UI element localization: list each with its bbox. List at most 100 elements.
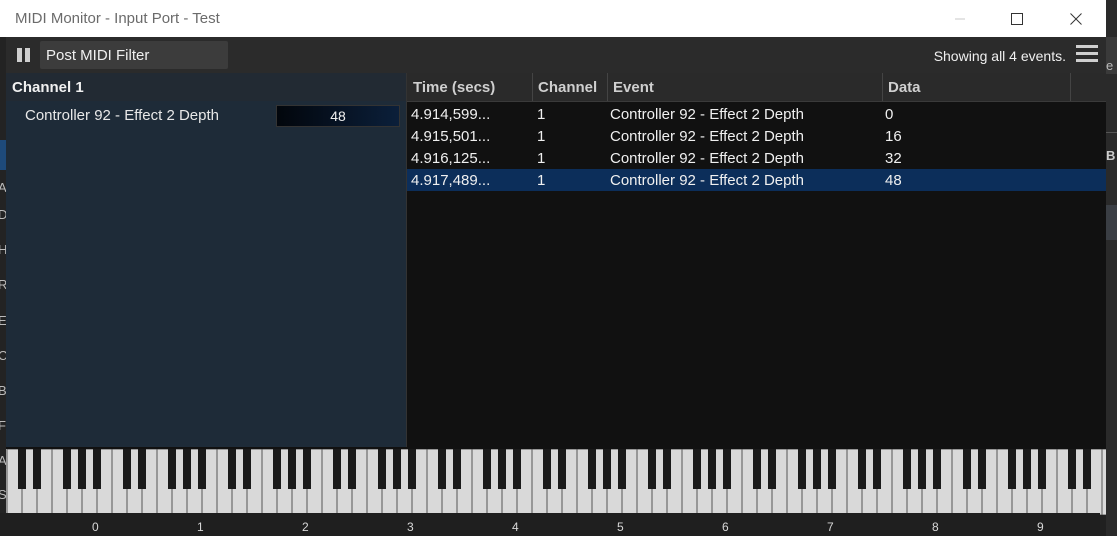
- maximize-button[interactable]: [994, 0, 1040, 37]
- cell-channel: 1: [537, 106, 546, 123]
- minimize-button[interactable]: [937, 0, 983, 37]
- close-button[interactable]: [1053, 0, 1099, 37]
- background-text-fragment: B: [1106, 148, 1116, 163]
- black-key[interactable]: [78, 449, 86, 489]
- octave-ruler: 0 1 2 3 4 5 6 7 8 9: [0, 513, 1100, 536]
- column-header-label: Time (secs): [413, 79, 496, 96]
- black-key[interactable]: [408, 449, 416, 489]
- black-key[interactable]: [1023, 449, 1031, 489]
- column-header-channel[interactable]: Channel: [532, 73, 608, 101]
- toolbar: Post MIDI Filter Showing all 4 events.: [6, 37, 1106, 73]
- black-key[interactable]: [603, 449, 611, 489]
- black-key[interactable]: [168, 449, 176, 489]
- black-key[interactable]: [63, 449, 71, 489]
- title-bar[interactable]: MIDI Monitor - Input Port - Test: [0, 0, 1106, 37]
- black-key[interactable]: [1038, 449, 1046, 489]
- black-key[interactable]: [813, 449, 821, 489]
- background-divider: [1106, 132, 1117, 133]
- octave-label: 5: [617, 520, 624, 534]
- piano-keyboard[interactable]: [6, 447, 1106, 515]
- column-header-data[interactable]: Data: [882, 73, 1071, 101]
- black-key[interactable]: [963, 449, 971, 489]
- black-key[interactable]: [18, 449, 26, 489]
- black-key[interactable]: [588, 449, 596, 489]
- black-key[interactable]: [1083, 449, 1091, 489]
- hamburger-menu-icon[interactable]: [1076, 45, 1098, 63]
- black-key[interactable]: [693, 449, 701, 489]
- table-row[interactable]: 4.915,501... 1 Controller 92 - Effect 2 …: [407, 125, 1106, 147]
- event-table: Time (secs) Channel Event Data 4.914,599…: [407, 73, 1106, 447]
- black-key[interactable]: [933, 449, 941, 489]
- black-key[interactable]: [858, 449, 866, 489]
- cell-time: 4.917,489...: [411, 172, 491, 189]
- octave-label: 9: [1037, 520, 1044, 534]
- column-header-time[interactable]: Time (secs): [407, 73, 533, 101]
- controller-value: 48: [330, 108, 346, 124]
- black-key[interactable]: [663, 449, 671, 489]
- column-header-event[interactable]: Event: [607, 73, 883, 101]
- background-window-right: e B: [1106, 0, 1117, 536]
- octave-label: 3: [407, 520, 414, 534]
- black-key[interactable]: [438, 449, 446, 489]
- black-key[interactable]: [33, 449, 41, 489]
- cell-data: 32: [885, 150, 902, 167]
- black-key[interactable]: [483, 449, 491, 489]
- black-key[interactable]: [543, 449, 551, 489]
- black-key[interactable]: [873, 449, 881, 489]
- channel-label: Channel 1: [12, 79, 84, 96]
- black-key[interactable]: [393, 449, 401, 489]
- table-header: Time (secs) Channel Event Data: [407, 73, 1106, 102]
- black-key[interactable]: [243, 449, 251, 489]
- black-key[interactable]: [348, 449, 356, 489]
- table-row[interactable]: 4.916,125... 1 Controller 92 - Effect 2 …: [407, 147, 1106, 169]
- black-key[interactable]: [1068, 449, 1076, 489]
- black-key[interactable]: [618, 449, 626, 489]
- black-key[interactable]: [558, 449, 566, 489]
- black-key[interactable]: [513, 449, 521, 489]
- black-key[interactable]: [93, 449, 101, 489]
- octave-label: 7: [827, 520, 834, 534]
- black-key[interactable]: [903, 449, 911, 489]
- black-key[interactable]: [333, 449, 341, 489]
- black-key[interactable]: [288, 449, 296, 489]
- black-key[interactable]: [183, 449, 191, 489]
- black-key[interactable]: [273, 449, 281, 489]
- black-key[interactable]: [918, 449, 926, 489]
- black-key[interactable]: [768, 449, 776, 489]
- black-key[interactable]: [1008, 449, 1016, 489]
- column-header-label: Event: [613, 79, 654, 96]
- controller-panel: Channel 1 Controller 92 - Effect 2 Depth…: [6, 73, 407, 447]
- white-key[interactable]: [1101, 449, 1106, 515]
- table-row[interactable]: 4.914,599... 1 Controller 92 - Effect 2 …: [407, 103, 1106, 125]
- cell-event: Controller 92 - Effect 2 Depth: [610, 150, 804, 167]
- black-key[interactable]: [378, 449, 386, 489]
- black-key[interactable]: [228, 449, 236, 489]
- black-key[interactable]: [798, 449, 806, 489]
- octave-label: 8: [932, 520, 939, 534]
- black-key[interactable]: [708, 449, 716, 489]
- black-key[interactable]: [138, 449, 146, 489]
- event-count-status: Showing all 4 events.: [933, 48, 1066, 64]
- cell-data: 48: [885, 172, 902, 189]
- piano-keys[interactable]: [6, 449, 1106, 515]
- cell-data: 0: [885, 106, 894, 123]
- table-row-selected[interactable]: 4.917,489... 1 Controller 92 - Effect 2 …: [407, 169, 1106, 191]
- cell-time: 4.915,501...: [411, 128, 491, 145]
- window-title: MIDI Monitor - Input Port - Test: [15, 10, 220, 27]
- pause-button[interactable]: [17, 48, 31, 62]
- black-key[interactable]: [123, 449, 131, 489]
- black-key[interactable]: [828, 449, 836, 489]
- black-key[interactable]: [978, 449, 986, 489]
- black-key[interactable]: [453, 449, 461, 489]
- black-key[interactable]: [198, 449, 206, 489]
- black-key[interactable]: [723, 449, 731, 489]
- black-key[interactable]: [303, 449, 311, 489]
- black-key[interactable]: [648, 449, 656, 489]
- black-key[interactable]: [498, 449, 506, 489]
- column-header-label: Data: [888, 79, 921, 96]
- controller-value-bar[interactable]: 48: [276, 105, 400, 127]
- filter-select[interactable]: Post MIDI Filter: [40, 41, 228, 69]
- controller-label: Controller 92 - Effect 2 Depth: [25, 107, 219, 124]
- black-key[interactable]: [753, 449, 761, 489]
- octave-label: 6: [722, 520, 729, 534]
